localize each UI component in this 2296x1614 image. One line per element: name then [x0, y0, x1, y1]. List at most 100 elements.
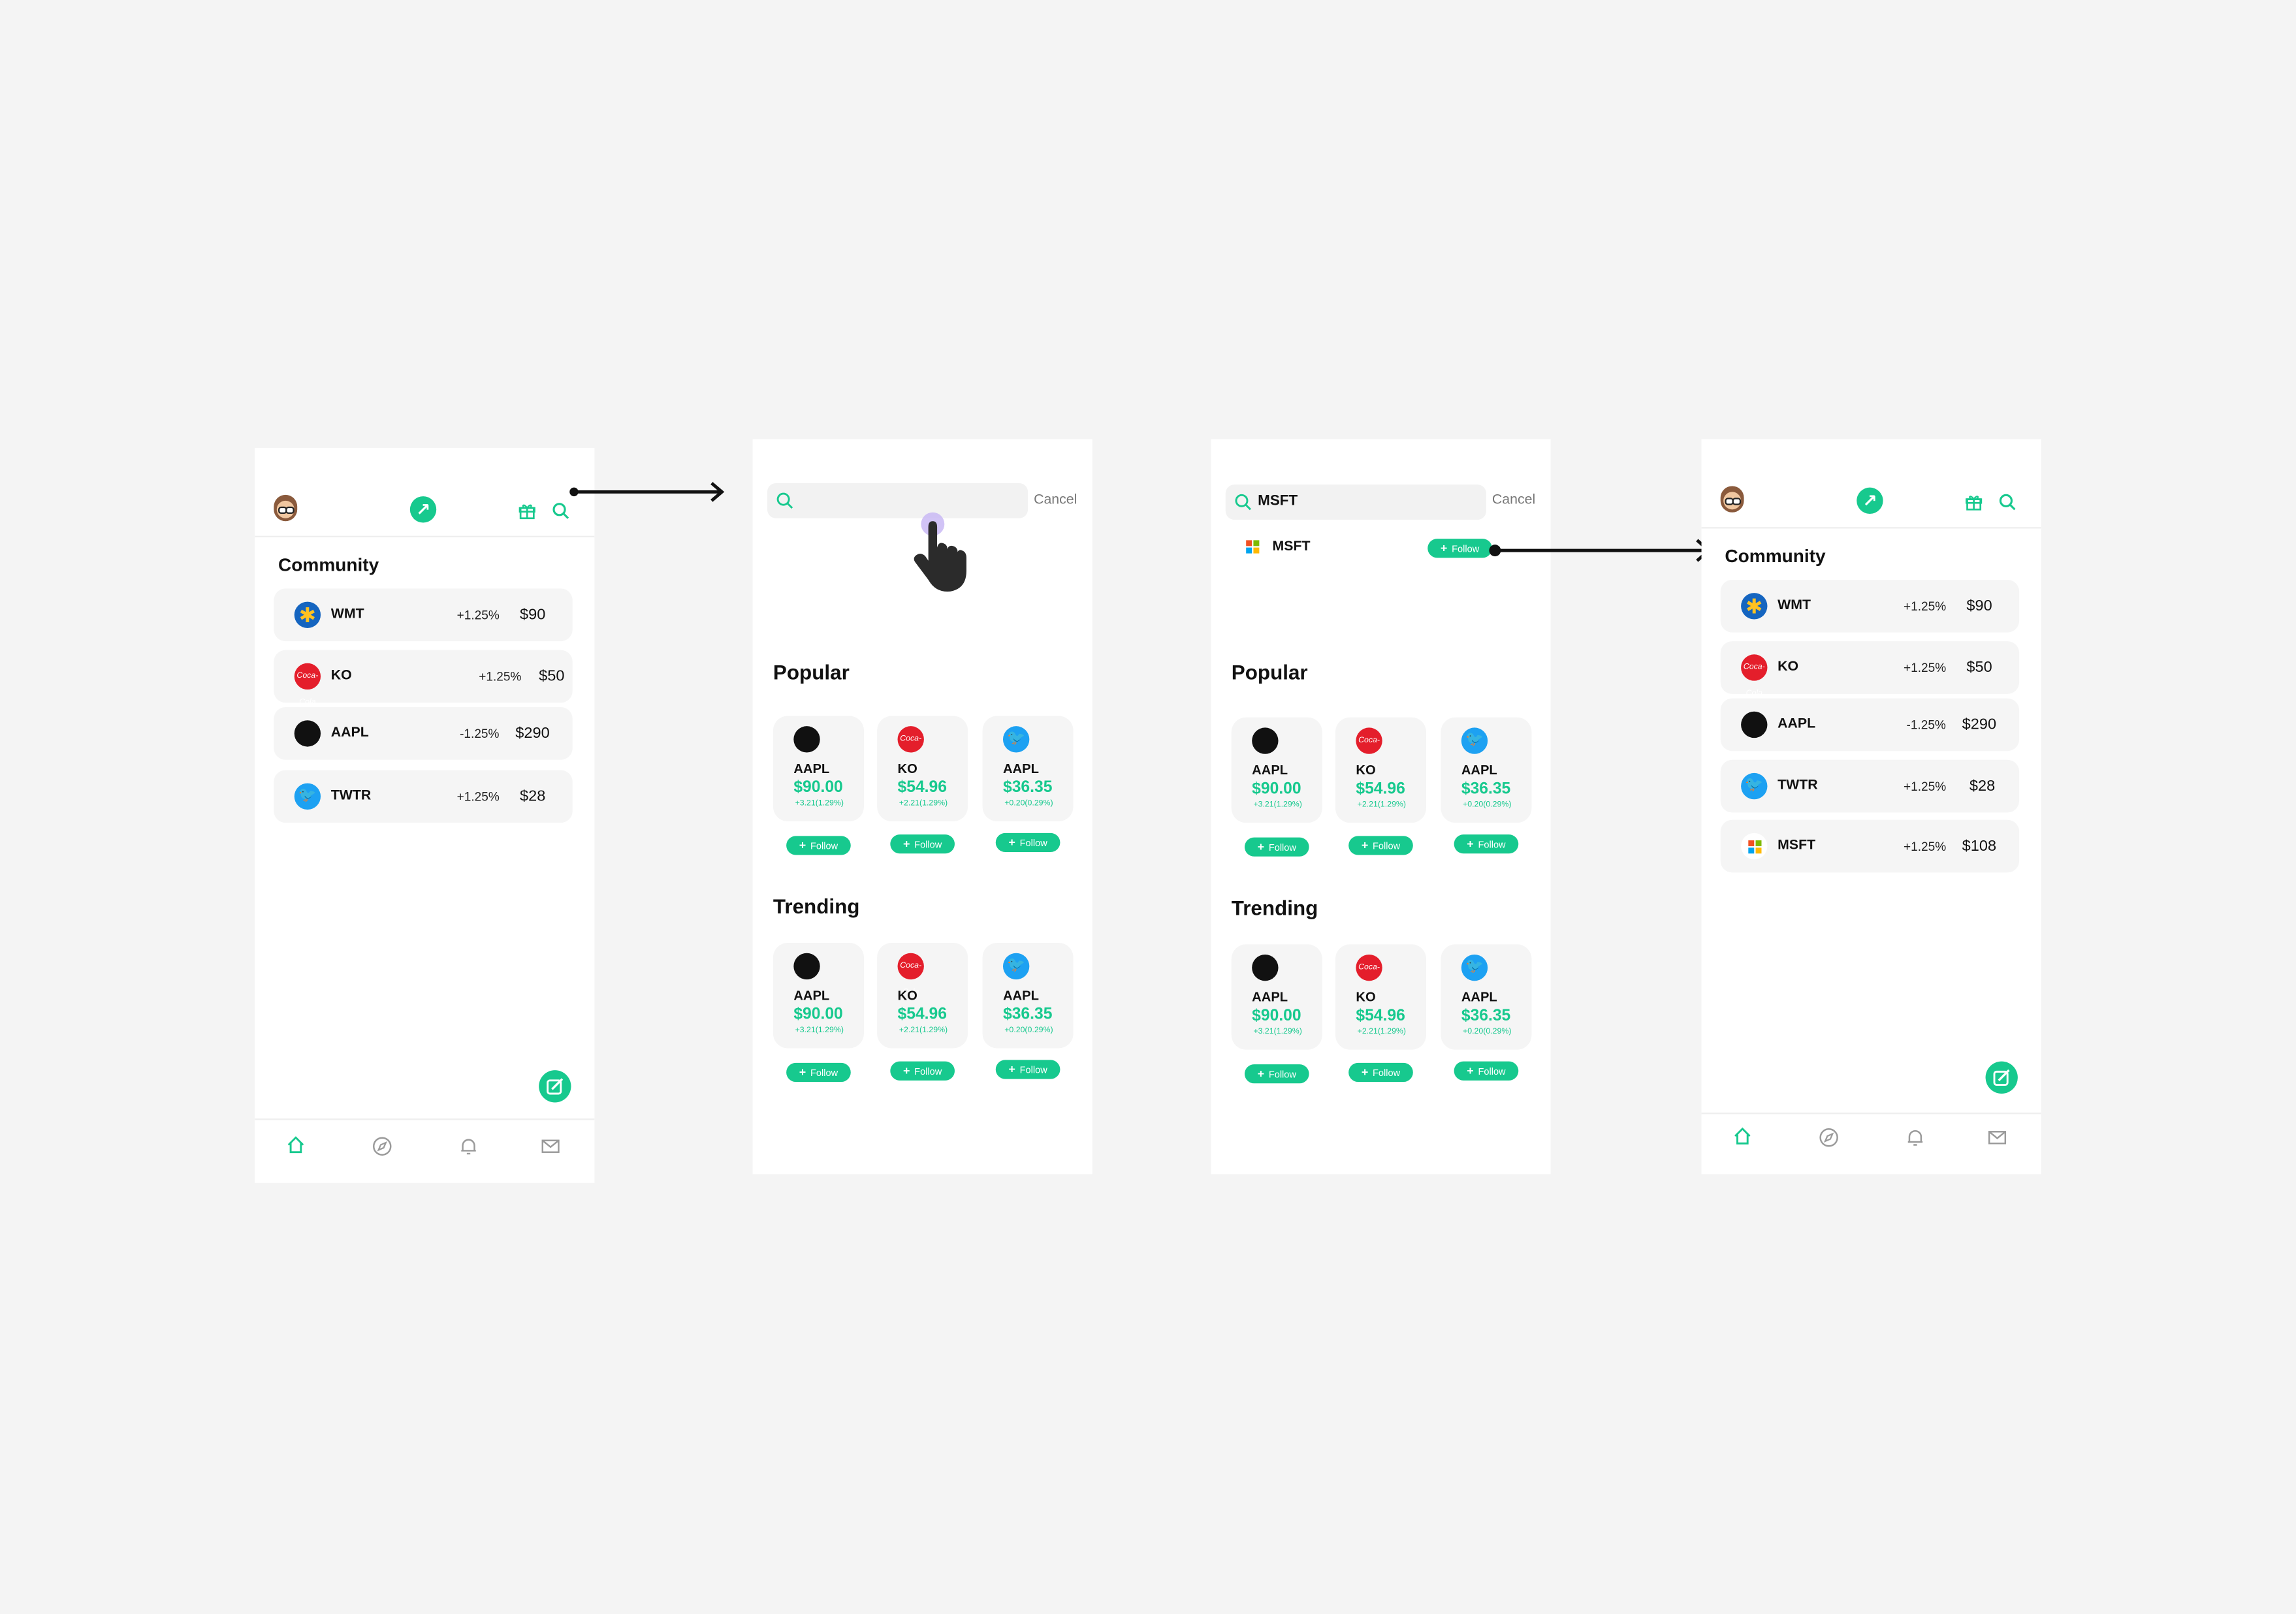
edit-icon: [547, 1078, 564, 1095]
compass-icon[interactable]: [1819, 1128, 1839, 1148]
card-price: $36.35: [1461, 780, 1511, 799]
stock-card[interactable]: 🐦 AAPL $36.35 +0.20(0.29%): [982, 716, 1074, 821]
change: -1.25%: [460, 726, 500, 741]
follow-button[interactable]: + Follow: [995, 832, 1060, 853]
gift-icon[interactable]: [1965, 494, 1983, 511]
stock-card[interactable]: Coca-Cola KO $54.96 +2.21(1.29%): [1335, 717, 1427, 823]
header-divider: [1701, 527, 2041, 529]
twitter-icon: 🐦: [1002, 953, 1030, 980]
apple-icon: [294, 720, 321, 747]
compose-button[interactable]: [1985, 1061, 2018, 1094]
walmart-icon: ✱: [1741, 593, 1768, 620]
stock-card[interactable]: AAPL $90.00 +3.21(1.29%): [773, 943, 864, 1049]
home-icon[interactable]: [1732, 1126, 1753, 1146]
change: +1.25%: [456, 607, 500, 622]
trending-title: Trending: [1231, 896, 1318, 920]
follow-button[interactable]: + Follow: [1244, 1064, 1309, 1084]
stock-card[interactable]: 🐦 AAPL $36.35 +0.20(0.29%): [1441, 944, 1532, 1050]
stock-row-ko[interactable]: Coca-Cola KO +1.25% $50: [274, 650, 573, 707]
ticker: WMT: [1778, 597, 1811, 614]
stock-card[interactable]: AAPL $90.00 +3.21(1.29%): [773, 716, 864, 821]
follow-button[interactable]: + Follow: [890, 1061, 955, 1081]
card-price: $90.00: [1252, 780, 1301, 799]
cancel-button[interactable]: Cancel: [1492, 492, 1535, 508]
gift-icon[interactable]: [518, 502, 536, 520]
ticker: KO: [330, 667, 352, 684]
follow-button[interactable]: + Follow: [1454, 1061, 1519, 1081]
price: $108: [1962, 837, 1997, 855]
card-ticker: AAPL: [1461, 763, 1497, 778]
ticker: AAPL: [330, 724, 369, 741]
stock-row-wmt[interactable]: ✱ WMT +1.25% $90: [1720, 579, 2020, 633]
avatar[interactable]: [1720, 486, 1744, 513]
apple-icon: [1252, 954, 1279, 981]
follow-button[interactable]: + Follow: [1244, 837, 1309, 857]
stock-card[interactable]: AAPL $90.00 +3.21(1.29%): [1231, 717, 1322, 823]
avatar[interactable]: [274, 494, 298, 522]
edit-icon: [1993, 1069, 2010, 1086]
home-screen-updated: ↗ Community ✱ WMT +1.25% $90 Coca-Cola K…: [1701, 439, 2041, 1175]
follow-button-msft[interactable]: + Follow: [1427, 539, 1492, 558]
apple-icon: [1252, 727, 1279, 754]
compose-button[interactable]: [539, 1070, 571, 1103]
card-change: +0.20(0.29%): [1463, 1028, 1512, 1037]
follow-button[interactable]: + Follow: [786, 1062, 851, 1083]
stock-card[interactable]: Coca-Cola KO $54.96 +2.21(1.29%): [877, 943, 968, 1049]
walmart-icon: ✱: [294, 601, 321, 628]
compass-icon[interactable]: [372, 1136, 392, 1156]
stock-row-msft[interactable]: MSFT +1.25% $108: [1720, 819, 2020, 873]
search-icon[interactable]: [1999, 494, 2017, 511]
cancel-button[interactable]: Cancel: [1034, 492, 1077, 508]
home-icon[interactable]: [285, 1135, 306, 1155]
card-ticker: AAPL: [1252, 989, 1288, 1005]
stock-row-wmt[interactable]: ✱ WMT +1.25% $90: [274, 588, 573, 642]
stock-row-aapl[interactable]: AAPL -1.25% $290: [274, 707, 573, 760]
price: $90: [520, 606, 546, 624]
stock-row-aapl[interactable]: AAPL -1.25% $290: [1720, 698, 2020, 752]
card-ticker: KO: [1356, 763, 1376, 778]
search-input[interactable]: MSFT: [1225, 484, 1486, 520]
search-value: MSFT: [1258, 493, 1298, 510]
stock-card[interactable]: Coca-Cola KO $54.96 +2.21(1.29%): [877, 716, 968, 821]
stock-card[interactable]: Coca-Cola KO $54.96 +2.21(1.29%): [1335, 944, 1427, 1050]
mail-icon[interactable]: [540, 1136, 560, 1156]
stock-card[interactable]: AAPL $90.00 +3.21(1.29%): [1231, 944, 1322, 1050]
card-price: $54.96: [1356, 1007, 1405, 1025]
price: $28: [1969, 777, 1996, 795]
follow-button[interactable]: + Follow: [1454, 834, 1519, 854]
bell-icon[interactable]: [458, 1136, 479, 1156]
card-change: +2.21(1.29%): [899, 799, 948, 808]
card-price: $36.35: [1461, 1007, 1511, 1025]
bell-icon[interactable]: [1905, 1128, 1925, 1148]
card-ticker: KO: [897, 988, 917, 1003]
stock-row-twtr[interactable]: 🐦 TWTR +1.25% $28: [1720, 759, 2020, 813]
card-change: +3.21(1.29%): [795, 799, 844, 808]
card-ticker: AAPL: [1461, 989, 1497, 1005]
change: -1.25%: [1906, 717, 1946, 733]
stock-card[interactable]: 🐦 AAPL $36.35 +0.20(0.29%): [1441, 717, 1532, 823]
apple-icon: [1741, 711, 1768, 738]
search-input[interactable]: [767, 483, 1028, 518]
change: +1.25%: [1903, 660, 1947, 675]
twitter-icon: 🐦: [1741, 772, 1768, 800]
tap-cursor-icon: [914, 512, 966, 592]
card-change: +0.20(0.29%): [1004, 1026, 1053, 1036]
stock-row-ko[interactable]: Coca-Cola KO +1.25% $50: [1720, 641, 2020, 699]
follow-button[interactable]: + Follow: [890, 834, 955, 854]
mail-icon[interactable]: [1987, 1128, 2007, 1148]
stock-card[interactable]: 🐦 AAPL $36.35 +0.20(0.29%): [982, 943, 1074, 1049]
app-logo-icon[interactable]: ↗: [409, 496, 437, 523]
card-ticker: AAPL: [1002, 988, 1039, 1003]
follow-button[interactable]: + Follow: [1348, 836, 1413, 855]
follow-button[interactable]: + Follow: [786, 836, 851, 855]
search-screen-empty: Cancel Popular AAPL $90.00 +3.21(1.29%) …: [752, 439, 1092, 1175]
price: $90: [1966, 597, 1992, 615]
app-logo-icon[interactable]: ↗: [1857, 487, 1883, 514]
card-price: $90.00: [793, 778, 843, 797]
stock-row-twtr[interactable]: 🐦 TWTR +1.25% $28: [274, 770, 573, 823]
follow-button[interactable]: + Follow: [1348, 1062, 1413, 1083]
home-screen: ↗ Community ✱ WMT +1.25% $90 Coca-Cola K…: [255, 448, 595, 1183]
change: +1.25%: [479, 669, 522, 684]
follow-button[interactable]: + Follow: [995, 1060, 1060, 1079]
card-price: $36.35: [1002, 778, 1053, 797]
